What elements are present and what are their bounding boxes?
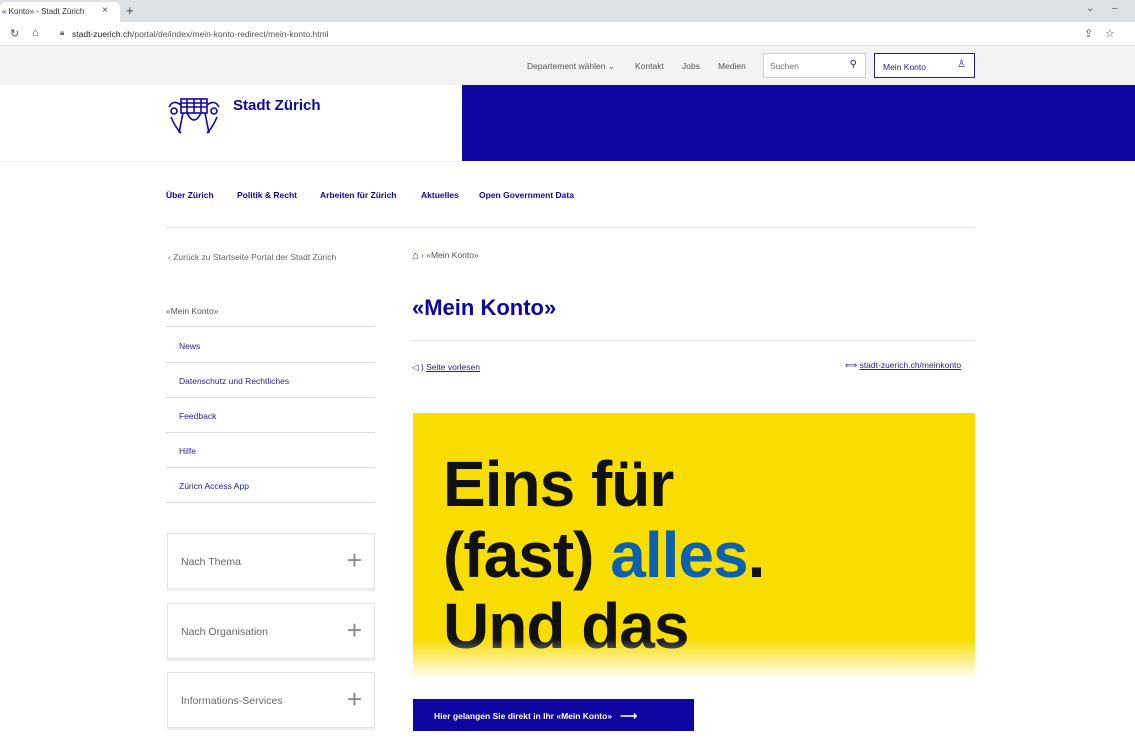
department-select[interactable]: Departement wählen ⌄ xyxy=(527,61,615,72)
back-to-portal-link[interactable]: ‹ Zurück zu Startseite Portal der Stadt … xyxy=(168,252,336,262)
speaker-icon: ◁ ) xyxy=(412,362,424,372)
search-icon[interactable]: ⚲ xyxy=(850,59,857,70)
link-jobs[interactable]: Jobs xyxy=(682,61,700,71)
hero-line-2-start: (fast) xyxy=(443,519,611,591)
url-path: /portal/de/index/mein-konto-redirect/mei… xyxy=(132,29,329,39)
hero-accent-word: alles xyxy=(610,519,748,591)
share-icon[interactable]: ⇪ xyxy=(1084,27,1093,40)
bookmark-star-icon[interactable]: ☆ xyxy=(1105,27,1115,40)
short-url-label: stadt-zuerich.ch/meinkonto xyxy=(859,360,962,370)
hero-headline: Eins für (fast) alles. Und das xyxy=(443,448,766,662)
reload-icon[interactable]: ↻ xyxy=(10,27,19,40)
plus-icon: + xyxy=(346,615,362,645)
minimize-icon[interactable]: – xyxy=(1112,3,1118,14)
sidebar-divider xyxy=(166,326,375,327)
hero-line-2: (fast) alles. xyxy=(443,519,766,591)
sidebar-item-feedback[interactable]: Feedback xyxy=(179,411,216,421)
url-host: stadt-zuerich.ch xyxy=(72,29,132,39)
zurich-coat-of-arms-logo[interactable] xyxy=(165,95,223,135)
sidebar-item-news[interactable]: News xyxy=(179,341,200,351)
home-icon[interactable]: ⌂ xyxy=(32,27,39,39)
sidebar-divider xyxy=(166,432,375,433)
nav-ueber-zuerich[interactable]: Über Zürich xyxy=(166,190,214,200)
accordion-nach-thema[interactable]: Nach Thema + xyxy=(167,533,375,589)
sidebar-divider xyxy=(166,502,375,503)
accordion-label: Nach Organisation xyxy=(181,626,268,638)
arrow-right-icon: ⟶ xyxy=(620,709,638,723)
accordion-label: Nach Thema xyxy=(181,556,241,568)
url-field[interactable]: stadt-zuerich.ch/portal/de/index/mein-ko… xyxy=(72,29,329,39)
breadcrumb-current: «Mein Konto» xyxy=(426,250,479,260)
sidebar-item-hilfe[interactable]: Hilfe xyxy=(179,446,196,456)
short-url-link[interactable]: ⟺ stadt-zuerich.ch/meinkonto xyxy=(845,360,961,371)
plus-icon: + xyxy=(346,545,362,575)
nav-divider xyxy=(166,227,975,228)
read-aloud-link[interactable]: ◁ ) Seite vorlesen xyxy=(412,362,480,373)
nav-politik-recht[interactable]: Politik & Recht xyxy=(237,190,297,200)
sidebar-item-access-app[interactable]: Züricn Access App xyxy=(179,481,249,491)
header-blue-band xyxy=(462,85,1135,161)
sidebar-divider xyxy=(166,467,375,468)
link-medien[interactable]: Medien xyxy=(718,61,746,71)
home-icon[interactable]: ⌂ xyxy=(412,250,419,262)
plus-icon: + xyxy=(346,684,362,714)
accordion-nach-organisation[interactable]: Nach Organisation + xyxy=(167,603,375,659)
link-kontakt[interactable]: Kontakt xyxy=(635,61,664,71)
hero-line-1: Eins für xyxy=(443,448,674,520)
accordion-informations-services[interactable]: Informations-Services + xyxy=(167,672,375,728)
nav-arbeiten-fuer-zuerich[interactable]: Arbeiten für Zürich xyxy=(320,190,397,200)
user-icon: ♙ xyxy=(957,59,966,70)
hero-banner: Eins für (fast) alles. Und das xyxy=(413,413,975,683)
accordion-label: Informations-Services xyxy=(181,695,283,707)
cta-label: Hier gelangen Sie direkt in Ihr «Mein Ko… xyxy=(434,711,613,721)
lock-icon[interactable]: 🔒︎ xyxy=(60,28,64,38)
address-bar: ↻ ⌂ 🔒︎ stadt-zuerich.ch/portal/de/index/… xyxy=(0,22,1135,46)
title-divider xyxy=(412,340,975,341)
mein-konto-cta-button[interactable]: Hier gelangen Sie direkt in Ihr «Mein Ko… xyxy=(413,699,694,731)
utility-bar: Departement wählen ⌄ Kontakt Jobs Medien… xyxy=(0,46,1135,85)
nav-open-government-data[interactable]: Open Government Data xyxy=(479,190,574,200)
nav-aktuelles[interactable]: Aktuelles xyxy=(421,190,459,200)
tab-title: « Konto» - Stadt Zürich xyxy=(2,7,85,16)
mein-konto-button[interactable]: Mein Konto ♙ xyxy=(874,53,975,78)
link-icon: ⟺ xyxy=(845,360,858,370)
browser-tab-bar: « Konto» - Stadt Zürich × + ⌄ – xyxy=(0,0,1135,22)
breadcrumb-separator-icon: › xyxy=(421,250,424,260)
sidebar-title[interactable]: «Mein Konto» xyxy=(166,306,218,316)
page-title: «Mein Konto» xyxy=(412,295,557,320)
brand-name[interactable]: Stadt Zürich xyxy=(233,97,321,114)
hero-fade-overlay xyxy=(413,639,975,683)
chevron-down-icon[interactable]: ⌄ xyxy=(1086,3,1094,14)
search-input[interactable] xyxy=(770,61,850,71)
breadcrumb: ⌂ › «Mein Konto» xyxy=(412,250,479,262)
search-box: ⚲ xyxy=(763,53,866,78)
sidebar-divider xyxy=(166,362,375,363)
sidebar-item-datenschutz[interactable]: Datenschutz und Rechtliches xyxy=(179,376,289,386)
browser-tab[interactable]: « Konto» - Stadt Zürich × xyxy=(0,2,120,22)
new-tab-button[interactable]: + xyxy=(126,3,134,18)
close-tab-icon[interactable]: × xyxy=(102,5,108,16)
read-aloud-label: Seite vorlesen xyxy=(426,362,480,372)
header-divider xyxy=(0,161,462,162)
mein-konto-label: Mein Konto xyxy=(883,62,926,72)
sidebar-divider xyxy=(166,397,375,398)
hero-line-2-end: . xyxy=(747,519,766,591)
